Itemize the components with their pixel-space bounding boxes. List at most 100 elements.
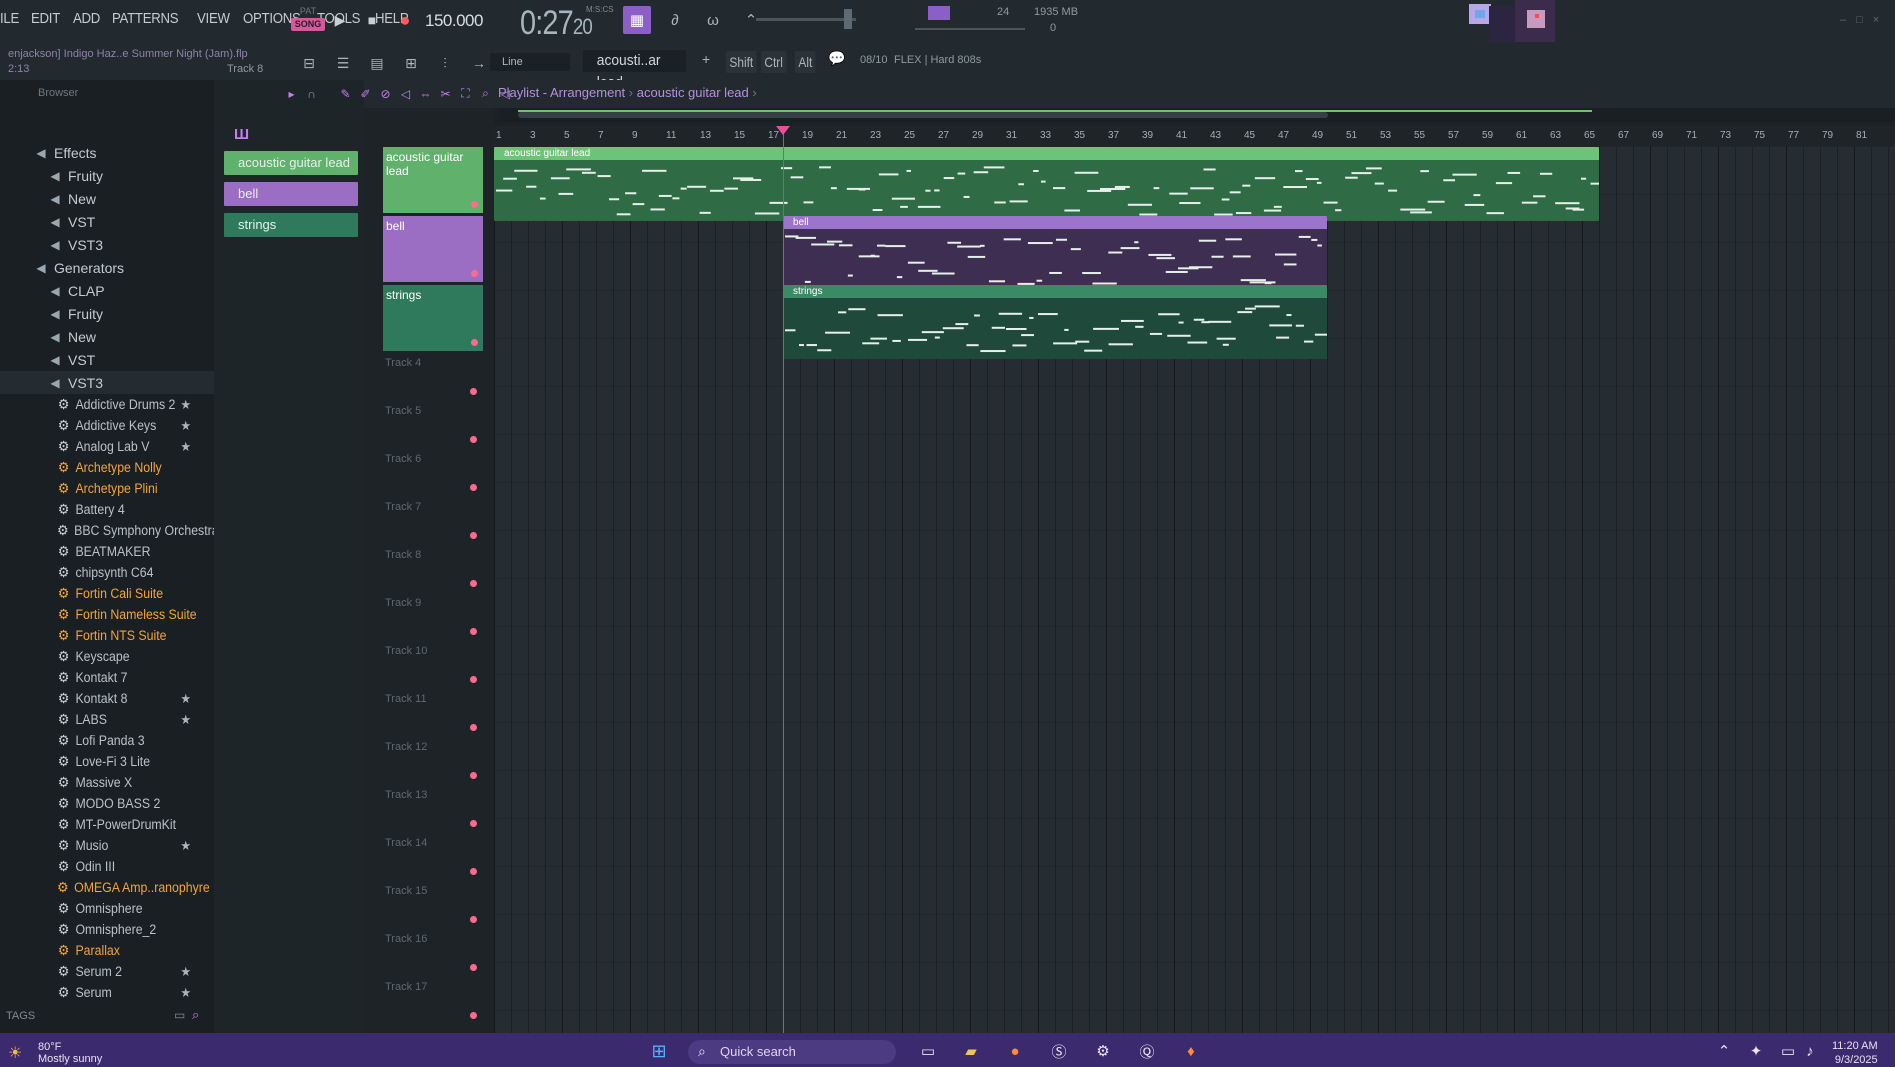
browser-plugin[interactable]: ⚙ Musio ★ <box>0 835 197 856</box>
menu-item-patterns[interactable]: PATTERNS <box>112 10 179 32</box>
pattern-picker-icon[interactable]: Ш <box>234 126 249 143</box>
select-icon[interactable]: ⛶ <box>457 85 474 102</box>
track-record-icon[interactable] <box>470 1012 477 1019</box>
playlist-clip[interactable]: acoustic guitar lead <box>494 147 1599 221</box>
favorite-star-icon[interactable]: ★ <box>180 439 191 455</box>
track-record-icon[interactable] <box>470 820 477 827</box>
menu-item-ile[interactable]: ILE <box>0 10 19 32</box>
taskbar-search[interactable]: Quick search <box>688 1040 896 1064</box>
track-header[interactable]: Track 6 <box>382 450 482 496</box>
track-header[interactable]: Track 16 <box>382 930 482 976</box>
search-icon[interactable]: ⌕ <box>192 1007 199 1023</box>
alt-button[interactable]: Alt <box>795 51 816 73</box>
track-header[interactable]: Track 13 <box>382 786 482 832</box>
browser-folder[interactable]: ◀ VST <box>0 210 214 233</box>
track-record-icon[interactable] <box>470 532 477 539</box>
master-pitch-slider[interactable] <box>756 9 856 29</box>
menu-item-add[interactable]: ADD <box>73 10 100 32</box>
master-volume-slider[interactable] <box>915 28 1025 30</box>
magnet-icon[interactable]: ∩ <box>303 85 320 102</box>
fl-studio-icon[interactable]: ♦ <box>1179 1040 1203 1062</box>
hint-bubble-icon[interactable]: 💬 <box>828 50 850 72</box>
browser-plugin[interactable]: ⚙ BEATMAKER <box>0 541 197 562</box>
track-header[interactable]: bell <box>383 216 483 282</box>
browser-plugin[interactable]: ⚙ Fortin NTS Suite <box>0 625 197 646</box>
pattern-selector[interactable]: acousti..ar lead <box>583 50 687 91</box>
browser-plugin[interactable]: ⚙ Addictive Drums 2 ★ <box>0 394 197 415</box>
browser-plugin[interactable]: ⚙ Kontakt 8 ★ <box>0 688 197 709</box>
browser-plugin[interactable]: ⚙ Odin III <box>0 856 197 877</box>
track-record-icon[interactable] <box>470 388 477 395</box>
browser-folder[interactable]: ◀ CLAP <box>0 279 214 302</box>
patcher-icon[interactable]: ⫶ <box>432 50 458 76</box>
scroll-thumb[interactable] <box>518 112 1328 118</box>
arrow-right-icon[interactable]: → <box>466 50 492 76</box>
delete-icon[interactable]: ⊘ <box>377 85 394 102</box>
slider-handle[interactable] <box>844 9 852 29</box>
track-record-icon[interactable] <box>470 676 477 683</box>
track-header[interactable]: acoustic guitar lead <box>383 147 483 213</box>
network-icon[interactable]: ▭ <box>1776 1040 1800 1062</box>
shift-button[interactable]: Shift <box>726 51 757 73</box>
menu-item-edit[interactable]: EDIT <box>31 10 60 32</box>
app-s-icon[interactable]: Ⓢ <box>1047 1040 1071 1062</box>
favorite-star-icon[interactable]: ★ <box>180 397 191 413</box>
channel-rack-icon[interactable]: ☰ <box>330 50 356 76</box>
brush-icon[interactable]: ✐ <box>357 85 374 102</box>
mute-icon[interactable]: ◁ <box>397 85 414 102</box>
weather-icon[interactable]: ☀ <box>8 1043 22 1063</box>
browser-folder[interactable]: ◀ Generators <box>0 256 214 279</box>
play-button[interactable]: ▶ <box>328 8 352 32</box>
wait-input-icon[interactable]: ω <box>699 6 727 34</box>
picker-pattern[interactable]: bell <box>224 182 358 206</box>
track-header[interactable]: Track 17 <box>382 978 482 1024</box>
windows-start-icon[interactable]: ⊞ <box>647 1040 671 1062</box>
task-view-icon[interactable]: ▭ <box>916 1040 940 1062</box>
dropbox-icon[interactable]: ✦ <box>1744 1040 1768 1062</box>
browser-plugin[interactable]: ⚙ Keyscape <box>0 646 197 667</box>
browser-plugin[interactable]: ⚙ Serum 2 ★ <box>0 961 197 982</box>
track-header[interactable]: Track 12 <box>382 738 482 784</box>
browser-plugin[interactable]: ⚙ MODO BASS 2 <box>0 793 197 814</box>
playlist-clip[interactable]: bell <box>783 216 1327 290</box>
browser-folder[interactable]: ◀ VST3 <box>0 233 214 256</box>
browser-plugin[interactable]: ⚙ chipsynth C64 <box>0 562 197 583</box>
browser-plugin[interactable]: ⚙ Archetype Plini <box>0 478 197 499</box>
track-header[interactable]: Track 14 <box>382 834 482 880</box>
add-pattern-button[interactable]: + <box>702 51 710 67</box>
track-record-icon[interactable] <box>471 270 478 277</box>
playlist-window-icon[interactable]: ⊟ <box>296 50 322 76</box>
window-controls[interactable]: –□× <box>1840 14 1889 26</box>
favorite-star-icon[interactable]: ★ <box>180 418 191 434</box>
mixer-window-icon[interactable]: ⊞ <box>398 50 424 76</box>
track-record-icon[interactable] <box>471 201 478 208</box>
browser-plugin[interactable]: ⚙ Serum ★ <box>0 982 197 1003</box>
piano-roll-icon[interactable]: ▤ <box>364 50 390 76</box>
browser-folder[interactable]: ◀ Fruity <box>0 302 214 325</box>
browser-plugin[interactable]: ⚙ BBC Symphony Orchestra <box>0 520 219 541</box>
track-record-icon[interactable] <box>470 580 477 587</box>
playhead[interactable] <box>783 126 784 1033</box>
browser-folder[interactable]: ◀ New <box>0 325 214 348</box>
browser-plugin[interactable]: ⚙ Fortin Cali Suite <box>0 583 197 604</box>
track-record-icon[interactable] <box>470 964 477 971</box>
browser-plugin[interactable]: ⚙ Omnisphere <box>0 898 197 919</box>
browser-plugin[interactable]: ⚙ Kontakt 7 <box>0 667 197 688</box>
browser-folder[interactable]: ◀ New <box>0 187 214 210</box>
ctrl-button[interactable]: Ctrl <box>761 51 787 73</box>
browser-plugin[interactable]: ⚙ Archetype Nolly <box>0 457 197 478</box>
snap-selector[interactable]: Line <box>490 53 570 71</box>
favorite-star-icon[interactable]: ★ <box>180 712 191 728</box>
taskbar-clock[interactable]: 11:20 AM 9/3/2025 <box>1832 1039 1878 1067</box>
step-edit-icon[interactable]: ∂ <box>661 6 689 34</box>
browser-plugin[interactable]: ⚙ Analog Lab V ★ <box>0 436 197 457</box>
track-header[interactable]: Track 4 <box>382 354 482 400</box>
browser-plugin[interactable]: ⚙ Fortin Nameless Suite <box>0 604 197 625</box>
track-record-icon[interactable] <box>470 916 477 923</box>
track-header[interactable]: Track 5 <box>382 402 482 448</box>
browser-plugin[interactable]: ⚙ LABS ★ <box>0 709 197 730</box>
folder-icon[interactable]: ▭ <box>174 1008 185 1022</box>
browser-plugin[interactable]: ⚙ Parallax <box>0 940 197 961</box>
track-header[interactable]: Track 7 <box>382 498 482 544</box>
track-header[interactable]: Track 11 <box>382 690 482 736</box>
